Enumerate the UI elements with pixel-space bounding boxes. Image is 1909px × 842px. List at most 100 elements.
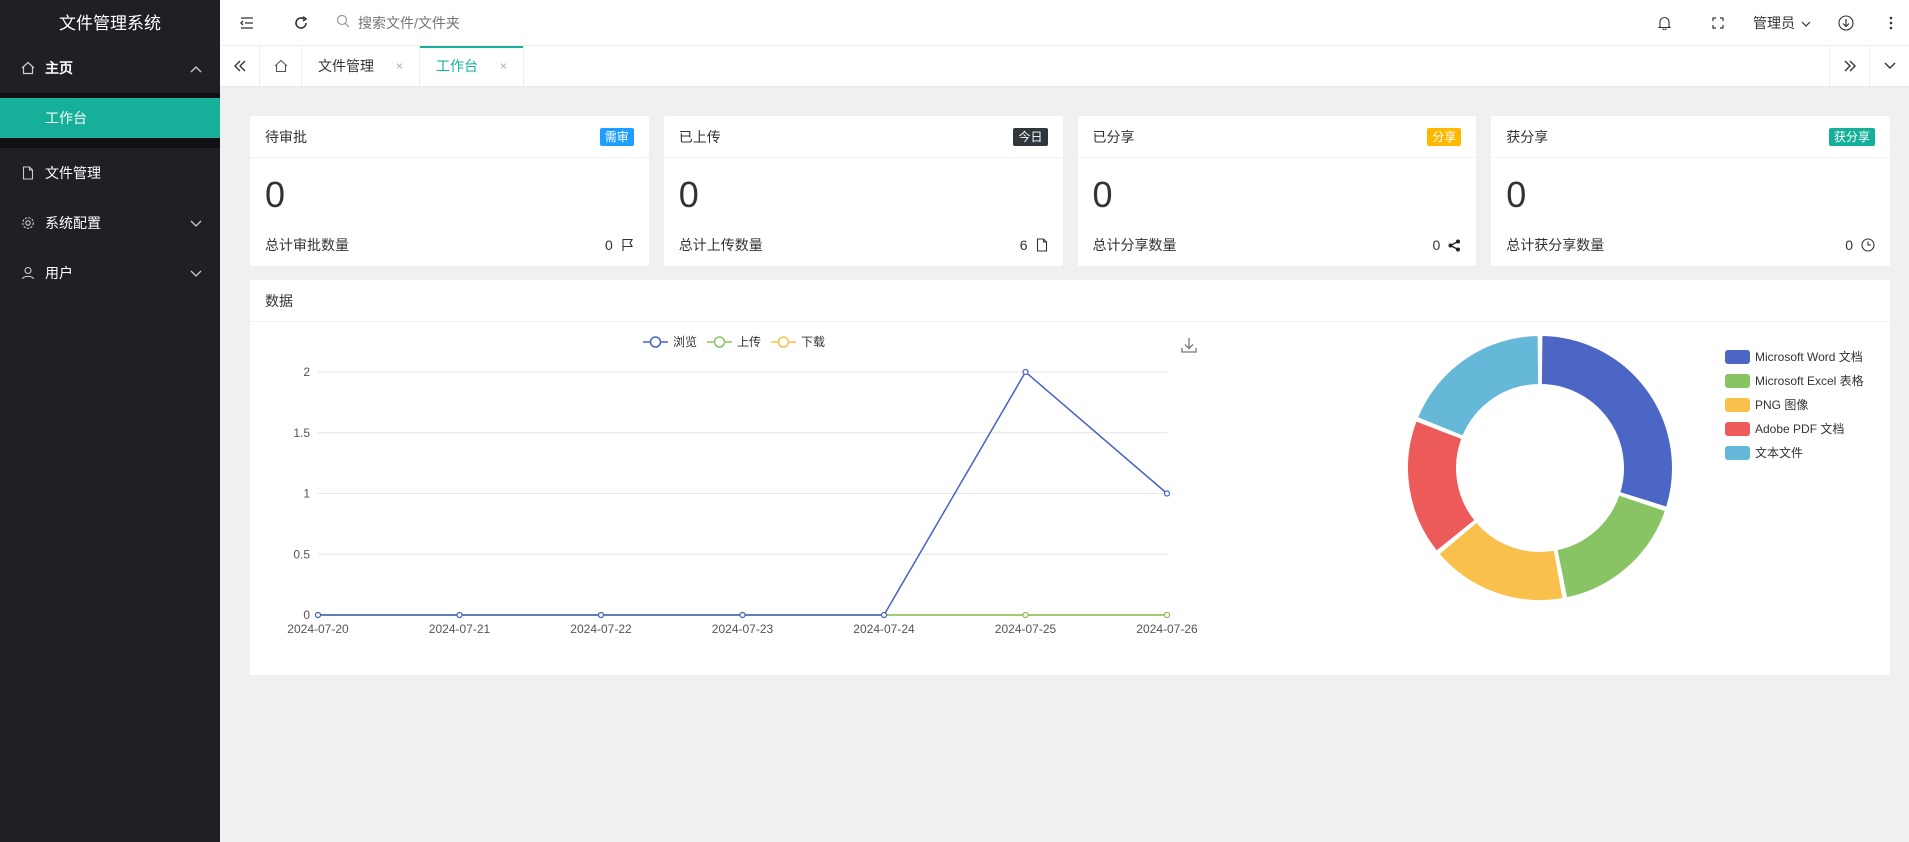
search-box	[336, 8, 596, 38]
card-shared: 已分享 分享 0 总计分享数量 0	[1077, 116, 1477, 266]
legend-label: PNG 图像	[1755, 398, 1808, 412]
clock-icon	[1861, 238, 1875, 252]
y-tick-label: 2	[303, 365, 310, 379]
sidebar-item-label: 主页	[45, 60, 73, 76]
tabs-scroll-left-button[interactable]	[220, 46, 260, 86]
x-tick-label: 2024-07-22	[570, 622, 632, 636]
card-footer-value: 0	[604, 237, 613, 253]
pie-slice	[1539, 334, 1674, 509]
data-point	[739, 611, 746, 619]
panel-title: 数据	[250, 280, 1890, 322]
y-tick-label: 1	[303, 487, 310, 501]
card-header: 已分享 分享	[1077, 116, 1477, 158]
sidebar-item-home[interactable]: 主页	[0, 43, 220, 93]
sidebar-item-users[interactable]: 用户	[0, 248, 220, 298]
legend-label: 下载	[801, 335, 825, 349]
sidebar-item-label: 文件管理	[45, 165, 101, 181]
tabs-bar: 文件管理 × 工作台 ×	[220, 46, 1909, 87]
sidebar-item-workbench[interactable]: 工作台	[0, 98, 220, 138]
card-value: 0	[678, 174, 699, 215]
legend-marker	[713, 336, 726, 348]
card-value: 0	[1506, 174, 1527, 215]
download-button[interactable]	[1819, 0, 1873, 46]
double-chevron-left-icon	[233, 60, 245, 72]
stat-cards: 待审批 需审 0 总计审批数量 0 已上传 今日 0 总计上传数量 6 已分享	[250, 116, 1890, 266]
flag-icon	[622, 238, 633, 251]
double-chevron-right-icon	[1844, 60, 1856, 72]
card-title: 待审批	[265, 128, 307, 145]
download-circle-icon	[1838, 14, 1854, 31]
data-point	[314, 611, 322, 619]
refresh-button[interactable]	[274, 0, 328, 46]
file-icon	[20, 165, 36, 181]
download-icon-path	[1181, 338, 1197, 353]
sidebar-item-file-management[interactable]: 文件管理	[0, 148, 220, 198]
card-header: 获分享 获分享	[1491, 116, 1890, 158]
download-chart-icon	[1181, 338, 1197, 353]
share-icon	[1448, 239, 1461, 251]
card-title: 获分享	[1506, 128, 1549, 145]
legend-swatch	[1725, 398, 1750, 412]
home-submenu: 工作台	[0, 93, 220, 138]
home-icon	[274, 59, 287, 73]
refresh-icon	[295, 15, 308, 29]
card-footer: 总计获分享数量 0	[1491, 230, 1890, 260]
sidebar-item-system-config[interactable]: 系统配置	[0, 198, 220, 248]
legend-label: 上传	[737, 334, 761, 349]
tab-workbench[interactable]: 工作台 ×	[420, 46, 525, 86]
x-tick-label: 2024-07-26	[1136, 622, 1198, 636]
card-footer-right: 0	[605, 237, 634, 253]
legend-swatch	[1725, 446, 1750, 460]
card-title: 已分享	[1092, 128, 1135, 145]
card-footer: 总计分享数量 0	[1078, 230, 1477, 260]
card-footer: 总计上传数量 6	[664, 230, 1063, 260]
card-title: 已上传	[678, 128, 721, 145]
tab-file-management[interactable]: 文件管理 ×	[302, 46, 421, 86]
card-footer-right: 0	[1432, 237, 1461, 253]
card-footer: 总计审批数量 0	[250, 230, 649, 260]
gear-icon	[20, 215, 36, 231]
legend-label: Adobe PDF 文档	[1755, 421, 1844, 436]
more-button[interactable]	[1873, 0, 1909, 46]
file-icon	[1036, 238, 1047, 252]
card-footer-label: 总计上传数量	[678, 237, 763, 253]
user-menu[interactable]: 管理员	[1745, 0, 1819, 46]
sidebar-item-label: 系统配置	[45, 215, 101, 231]
close-icon[interactable]: ×	[500, 59, 507, 73]
chevron-down-icon	[1884, 62, 1895, 69]
home-icon	[20, 60, 36, 76]
card-badge: 今日	[1013, 127, 1048, 146]
chevron-down-icon	[190, 215, 202, 231]
sidebar: 文件管理系统 主页 工作台 文件管理 系统配置 用户	[0, 0, 220, 842]
y-tick-label: 0.5	[293, 547, 310, 561]
legend-label: Microsoft Word 文档	[1755, 349, 1863, 364]
card-value: 0	[265, 174, 286, 215]
legend-swatch	[1725, 350, 1750, 364]
header-right: 管理员	[1637, 0, 1909, 46]
card-uploaded: 已上传 今日 0 总计上传数量 6	[663, 116, 1063, 266]
search-input[interactable]	[358, 14, 578, 31]
legend-label: 浏览	[673, 334, 697, 349]
tabs-scroll-right-button[interactable]	[1829, 46, 1869, 86]
chevron-up-icon	[190, 60, 202, 76]
legend-marker	[777, 336, 790, 348]
tabs-dropdown-button[interactable]	[1869, 46, 1909, 86]
card-footer-right: 6	[1020, 237, 1048, 253]
fullscreen-button[interactable]	[1691, 0, 1745, 46]
bell-icon	[1657, 16, 1671, 30]
legend-label: 文本文件	[1755, 445, 1803, 460]
app-title: 文件管理系统	[59, 14, 161, 33]
card-footer-value: 0	[1432, 237, 1441, 253]
card-footer-right: 0	[1845, 237, 1875, 253]
card-received-shares: 获分享 获分享 0 总计获分享数量 0	[1491, 116, 1890, 266]
card-badge: 获分享	[1828, 127, 1875, 146]
tab-label: 文件管理	[318, 58, 374, 74]
card-footer-label: 总计获分享数量	[1506, 237, 1605, 253]
close-icon[interactable]: ×	[396, 59, 403, 73]
pie-slice	[1555, 493, 1668, 600]
collapse-menu-button[interactable]	[220, 0, 274, 46]
sidebar-item-label: 工作台	[45, 110, 87, 126]
legend-marker	[649, 336, 662, 348]
notification-button[interactable]	[1637, 0, 1691, 46]
tab-home[interactable]	[260, 46, 302, 86]
